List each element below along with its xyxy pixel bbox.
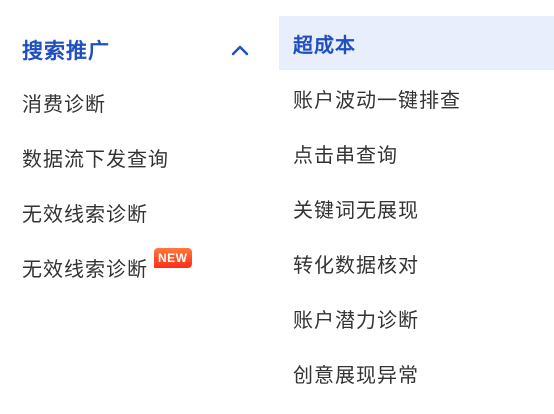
menu-item-label: 无效线索诊断 (22, 257, 148, 281)
menu-item-consumption-diagnosis[interactable]: 消费诊断 (22, 88, 106, 117)
right-column: 超成本 账户波动一键排查 点击串查询 关键词无展现 转化数据核对 账户潜力诊断 … (279, 16, 554, 406)
new-badge: NEW (154, 247, 192, 268)
section-header-search-promotion[interactable]: 搜索推广 (0, 18, 270, 82)
menu-item-label: 数据流下发查询 (22, 147, 169, 171)
menu-item-label: 创意展现异常 (293, 362, 419, 387)
left-column: 搜索推广 消费诊断 数据流下发查询 无效线索诊断 无效线索诊断 NEW (0, 18, 270, 398)
menu-item-creative-display-anomaly[interactable]: 创意展现异常 (279, 346, 554, 400)
menu-item-account-potential-diagnosis[interactable]: 账户潜力诊断 (279, 291, 554, 345)
menu-item-label: 超成本 (293, 32, 356, 57)
menu-item-label: 消费诊断 (22, 92, 106, 116)
chevron-up-icon[interactable] (230, 40, 250, 60)
menu-item-label: 关键词无展现 (293, 197, 419, 222)
menu-item-label: 账户潜力诊断 (293, 307, 419, 332)
menu-item-label: 账户波动一键排查 (293, 87, 461, 112)
menu-item-over-cost[interactable]: 超成本 (279, 16, 554, 70)
menu-item-label: 无效线索诊断 (22, 202, 148, 226)
section-title: 搜索推广 (22, 39, 110, 63)
menu-item-account-fluctuation-check[interactable]: 账户波动一键排查 (279, 71, 554, 125)
menu-item-dataflow-query[interactable]: 数据流下发查询 (22, 143, 169, 172)
menu-item-conversion-data-check[interactable]: 转化数据核对 (279, 236, 554, 290)
menu-item-keyword-no-display[interactable]: 关键词无展现 (279, 181, 554, 235)
menu-item-label: 点击串查询 (293, 142, 398, 167)
menu-item-click-string-query[interactable]: 点击串查询 (279, 126, 554, 180)
menu-panel: 搜索推广 消费诊断 数据流下发查询 无效线索诊断 无效线索诊断 NEW 超成本 … (0, 0, 554, 414)
menu-item-invalid-leads-diagnosis[interactable]: 无效线索诊断 (22, 198, 148, 227)
menu-item-label: 转化数据核对 (293, 252, 419, 277)
menu-item-invalid-leads-diagnosis-new[interactable]: 无效线索诊断 NEW (22, 247, 192, 282)
